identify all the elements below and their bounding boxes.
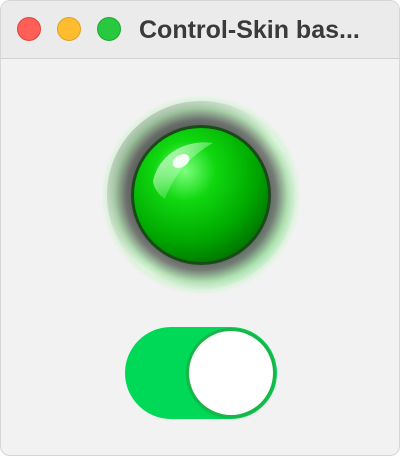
zoom-window-button[interactable] (97, 17, 121, 41)
toggle-knob[interactable] (189, 331, 273, 415)
minimize-window-button[interactable] (57, 17, 81, 41)
indicator-lamp (101, 95, 301, 295)
close-window-button[interactable] (17, 17, 41, 41)
window-title: Control-Skin bas... (139, 16, 360, 44)
title-bar[interactable]: Control-Skin bas... (1, 1, 399, 59)
app-window: Control-Skin bas... (0, 0, 400, 456)
lamp-graphic (101, 95, 301, 295)
power-toggle-switch[interactable] (125, 327, 277, 419)
